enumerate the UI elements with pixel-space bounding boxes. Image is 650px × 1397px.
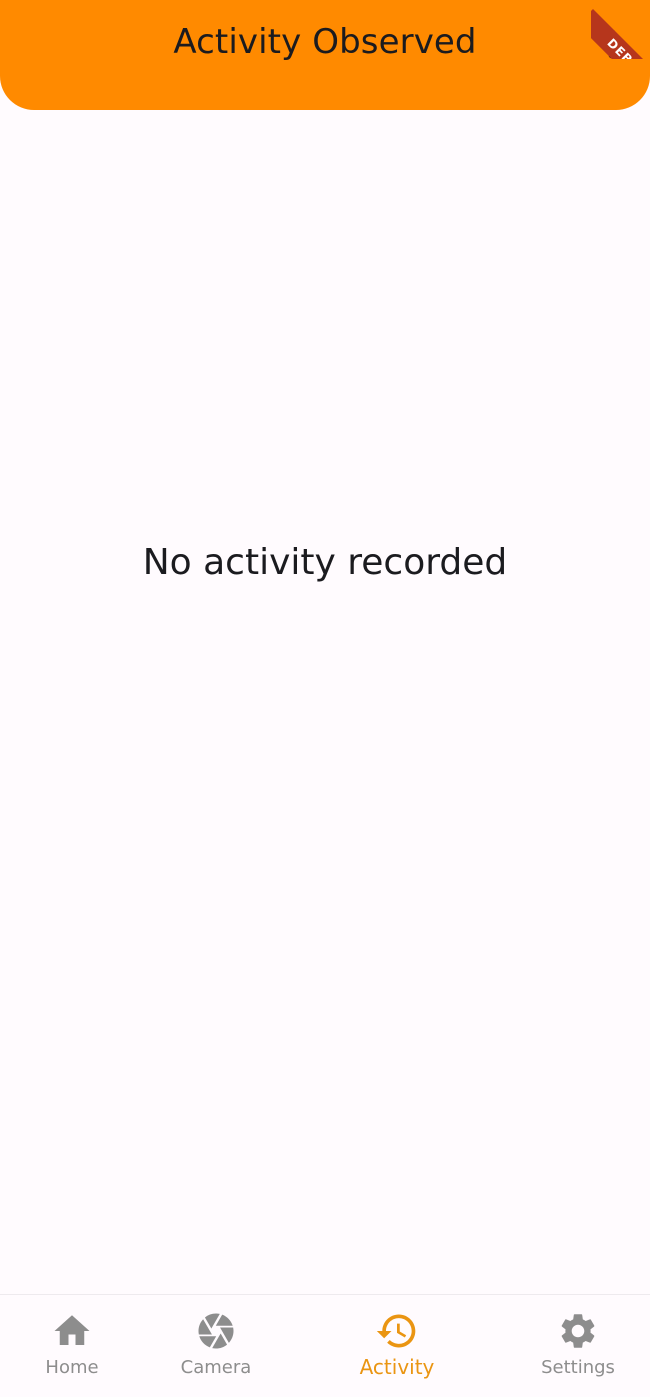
page-title: Activity Observed <box>173 22 477 62</box>
gear-icon <box>556 1309 600 1353</box>
nav-item-home[interactable]: Home <box>12 1295 132 1397</box>
camera-shutter-icon <box>194 1309 238 1353</box>
empty-state-message: No activity recorded <box>142 542 508 583</box>
nav-item-camera[interactable]: Camera <box>156 1295 276 1397</box>
history-icon <box>375 1309 419 1353</box>
debug-banner: DEBUG <box>591 0 650 59</box>
nav-label-camera: Camera <box>180 1357 252 1378</box>
home-icon <box>50 1309 94 1353</box>
nav-item-activity[interactable]: Activity <box>337 1295 457 1397</box>
nav-label-home: Home <box>45 1357 99 1378</box>
nav-label-activity: Activity <box>359 1355 435 1379</box>
app-bar: Activity Observed DEBUG <box>0 0 650 110</box>
nav-item-settings[interactable]: Settings <box>518 1295 638 1397</box>
bottom-navigation-bar: Home Camera Activity Settings <box>0 1294 650 1397</box>
nav-label-settings: Settings <box>541 1357 615 1378</box>
debug-banner-label: DEBUG <box>591 9 650 59</box>
